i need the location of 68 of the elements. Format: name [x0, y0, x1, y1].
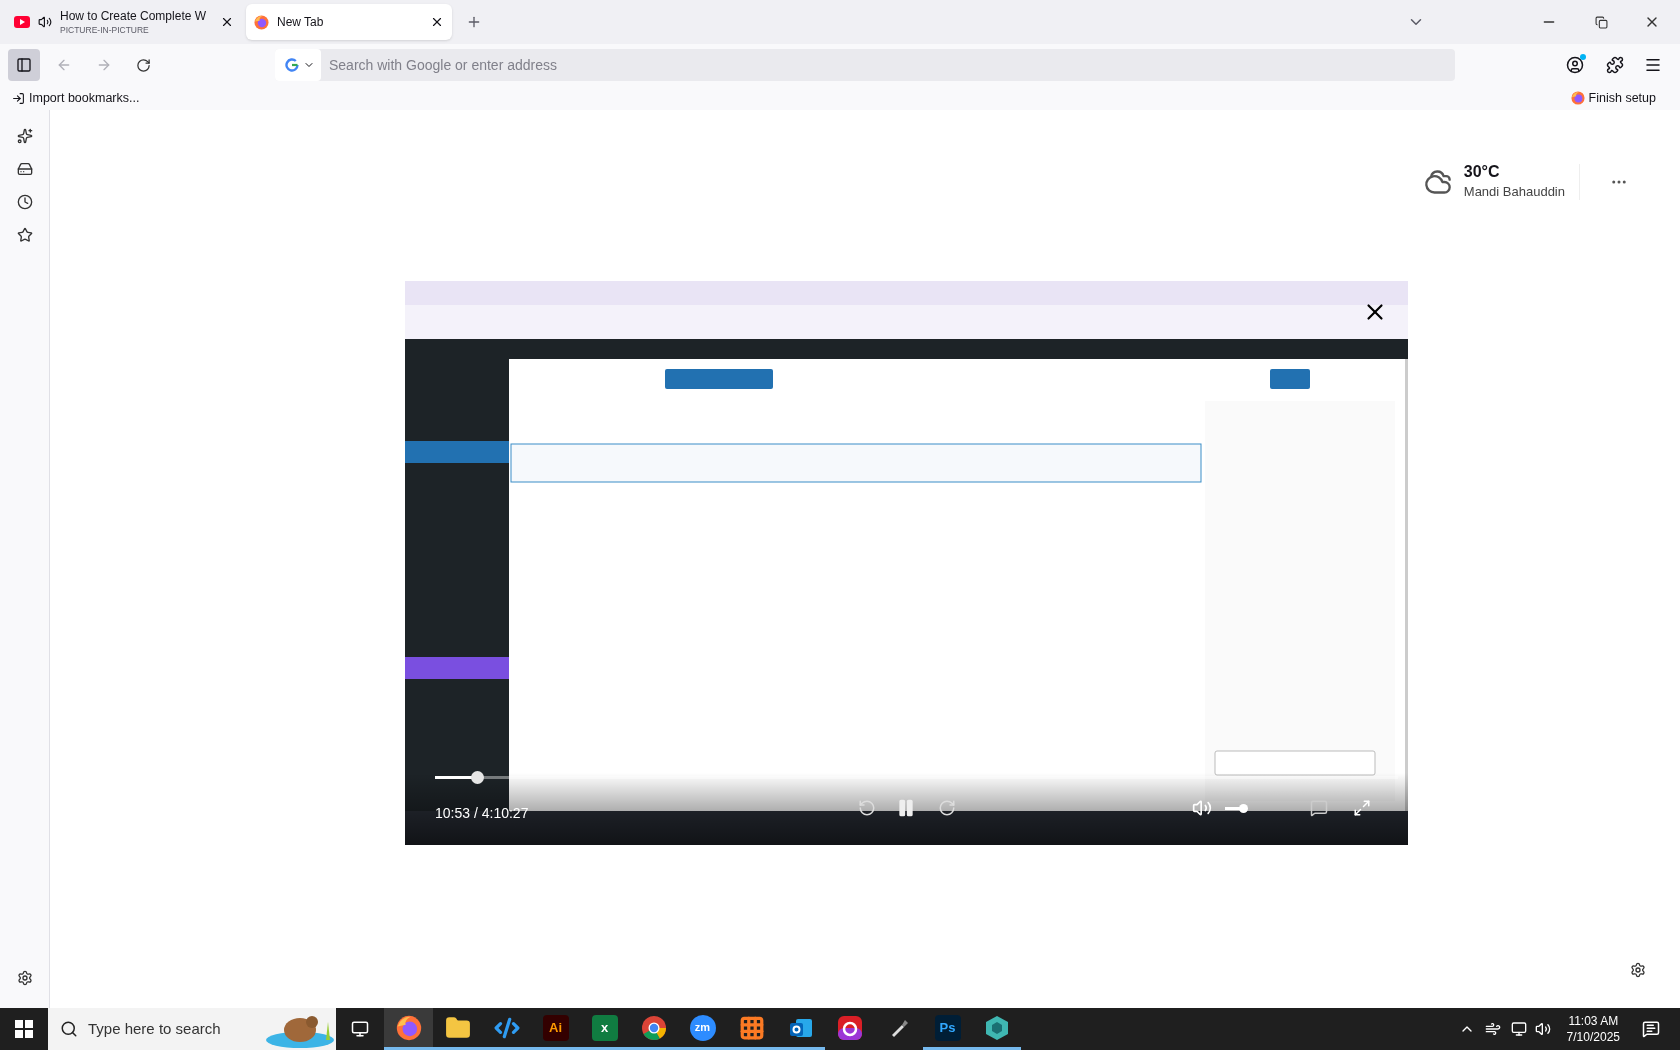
settings-icon[interactable] [16, 970, 33, 986]
gem-icon [983, 1014, 1010, 1041]
firefox-icon [395, 1014, 422, 1041]
bookmarks-icon[interactable] [16, 227, 33, 243]
taskbar-clock[interactable]: 11:03 AM 7/10/2025 [1562, 1013, 1624, 1045]
settings-icon[interactable] [1630, 962, 1646, 978]
clock-time: 11:03 AM [1568, 1013, 1619, 1029]
browser-tab[interactable]: How to Create Complete W PICTURE-IN-PICTURE [6, 4, 242, 40]
search-icon [60, 1020, 78, 1038]
rewind-icon[interactable] [858, 799, 876, 817]
spreadsheet-icon: x [591, 1014, 618, 1041]
sparkle-icon[interactable] [16, 128, 33, 144]
firefox-icon [254, 14, 269, 30]
taskbar-search-field[interactable]: Type here to search [48, 1008, 336, 1050]
pause-icon[interactable] [896, 798, 916, 818]
xampp-icon [738, 1014, 765, 1041]
tab-title: New Tab [277, 14, 325, 30]
weather-temperature: 30°C [1463, 162, 1501, 182]
clock-date: 7/10/2025 [1566, 1029, 1620, 1045]
taskbar-app-button[interactable]: Ps [923, 1008, 972, 1050]
photoshop-icon: Ps [934, 1014, 961, 1041]
restore-icon[interactable] [1595, 15, 1608, 29]
captions-icon[interactable] [1310, 799, 1328, 817]
search-engine-button[interactable] [275, 49, 321, 81]
folder-icon [444, 1014, 471, 1041]
extensions-icon[interactable] [1606, 56, 1624, 74]
illustrator-icon: Ai [542, 1014, 569, 1041]
video-site-icon [14, 16, 30, 28]
volume-icon[interactable] [1192, 798, 1212, 818]
tab-title: How to Create Complete W [60, 8, 208, 24]
task-view-icon [351, 1020, 369, 1038]
tab-subtitle: PICTURE-IN-PICTURE [60, 24, 150, 36]
creative-cloud-icon [836, 1014, 863, 1041]
account-icon[interactable] [1566, 56, 1584, 74]
tray-app-icon[interactable] [1484, 1021, 1501, 1037]
google-icon [285, 58, 299, 72]
import-icon [12, 91, 25, 105]
video-time: 10:53 / 4:10:27 [435, 804, 529, 823]
history-icon[interactable] [16, 194, 33, 210]
sidebar-icon [16, 57, 32, 73]
weather-location: Mandi Bahauddin [1463, 183, 1565, 201]
address-bar[interactable]: Search with Google or enter address [275, 49, 1455, 81]
windows-icon [15, 1020, 33, 1038]
finish-setup-button[interactable]: Finish setup [1570, 88, 1656, 108]
taskbar-app-button[interactable]: x [580, 1008, 629, 1050]
finish-setup-label: Finish setup [1588, 89, 1656, 107]
search-placeholder: Type here to search [88, 1018, 221, 1039]
firefox-icon [1570, 91, 1585, 105]
menu-icon[interactable] [1644, 56, 1662, 74]
forward-icon[interactable] [938, 799, 956, 817]
network-icon[interactable] [1510, 1021, 1527, 1037]
taskbar-app-button[interactable] [384, 1008, 433, 1050]
fullscreen-icon[interactable] [1353, 799, 1371, 817]
import-bookmarks-label: Import bookmarks... [29, 89, 140, 107]
chrome-icon [640, 1014, 667, 1041]
browser-tab[interactable]: New Tab [246, 4, 452, 40]
reload-icon[interactable] [136, 57, 151, 73]
close-tab-icon[interactable] [220, 15, 234, 29]
notifications-icon[interactable] [1642, 1020, 1660, 1038]
zoom-icon: zm [689, 1014, 716, 1041]
taskbar-app-button[interactable]: Ai [531, 1008, 580, 1050]
volume-icon[interactable] [1534, 1021, 1551, 1037]
close-tab-icon[interactable] [430, 15, 444, 29]
new-tab-icon[interactable] [466, 14, 482, 30]
sidebar-toggle-button[interactable] [8, 49, 40, 81]
cloud-icon [1423, 167, 1452, 196]
speaker-icon[interactable] [38, 15, 52, 29]
import-bookmarks-link[interactable]: Import bookmarks... [12, 88, 140, 108]
